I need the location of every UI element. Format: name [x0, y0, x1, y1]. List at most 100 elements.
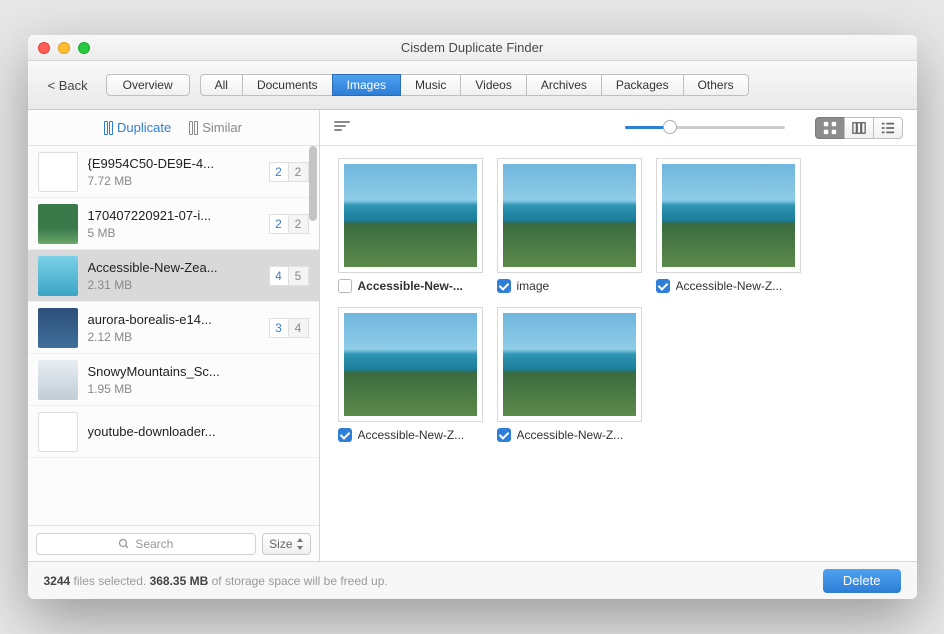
- tab-documents[interactable]: Documents: [242, 74, 333, 96]
- thumbnail-card[interactable]: Accessible-New-Z...: [656, 158, 801, 293]
- status-text: 3244 files selected. 368.35 MB of storag…: [44, 574, 388, 588]
- card-checkbox[interactable]: [338, 279, 352, 293]
- list-item[interactable]: 170407220921-07-i... 5 MB 22: [28, 198, 319, 250]
- tab-all[interactable]: All: [200, 74, 243, 96]
- delete-button[interactable]: Delete: [823, 569, 901, 593]
- list-item[interactable]: Accessible-New-Zea... 2.31 MB 45: [28, 250, 319, 302]
- card-name: Accessible-New-Z...: [517, 428, 624, 442]
- duplicate-icon: [104, 121, 113, 135]
- sidebar-mode-tabs: Duplicate Similar: [28, 110, 319, 146]
- list-item[interactable]: aurora-borealis-e14... 2.12 MB 34: [28, 302, 319, 354]
- card-checkbox[interactable]: [338, 428, 352, 442]
- card-checkbox[interactable]: [656, 279, 670, 293]
- sort-dropdown[interactable]: Size: [262, 533, 310, 555]
- minimize-icon[interactable]: [58, 42, 70, 54]
- back-button[interactable]: < Back: [40, 78, 96, 93]
- count-selected: 2: [269, 162, 289, 182]
- list-item[interactable]: {E9954C50-DE9E-4... 7.72 MB 22: [28, 146, 319, 198]
- window-title: Cisdem Duplicate Finder: [28, 40, 917, 55]
- view-mode-switch: [815, 117, 903, 139]
- status-bar: 3244 files selected. 368.35 MB of storag…: [28, 561, 917, 599]
- view-grid-button[interactable]: [815, 117, 845, 139]
- card-image: [497, 307, 642, 422]
- search-icon: [118, 538, 130, 550]
- list-item-text: 170407220921-07-i... 5 MB: [88, 208, 259, 240]
- sort-arrows-icon: [296, 538, 304, 550]
- list-item-name: aurora-borealis-e14...: [88, 312, 259, 327]
- thumbnail: [38, 152, 78, 192]
- view-columns-button[interactable]: [844, 117, 874, 139]
- count-selected: 4: [269, 266, 289, 286]
- maximize-icon[interactable]: [78, 42, 90, 54]
- tab-videos[interactable]: Videos: [460, 74, 526, 96]
- sidebar-footer: Search Size: [28, 525, 319, 561]
- search-input[interactable]: Search: [36, 533, 257, 555]
- card-checkbox[interactable]: [497, 279, 511, 293]
- content-toolbar: [320, 110, 917, 146]
- toolbar: < Back Overview AllDocumentsImagesMusicV…: [28, 61, 917, 110]
- thumbnail-card[interactable]: Accessible-New-Z...: [497, 307, 642, 442]
- list-item[interactable]: SnowyMountains_Sc... 1.95 MB: [28, 354, 319, 406]
- thumbnail: [38, 204, 78, 244]
- overview-button[interactable]: Overview: [106, 74, 190, 96]
- scrollbar[interactable]: [309, 146, 317, 221]
- list-item-name: youtube-downloader...: [88, 424, 309, 439]
- card-label: Accessible-New-Z...: [497, 428, 642, 442]
- card-name: Accessible-New-Z...: [676, 279, 783, 293]
- thumbnail-card[interactable]: Accessible-New-...: [338, 158, 483, 293]
- category-tabs: AllDocumentsImagesMusicVideosArchivesPac…: [200, 74, 749, 96]
- tab-images[interactable]: Images: [332, 74, 401, 96]
- card-image: [338, 158, 483, 273]
- card-image: [338, 307, 483, 422]
- list-item-text: Accessible-New-Zea... 2.31 MB: [88, 260, 259, 292]
- card-label: Accessible-New-...: [338, 279, 483, 293]
- view-list-button[interactable]: [873, 117, 903, 139]
- card-label: image: [497, 279, 642, 293]
- duplicate-groups-list[interactable]: {E9954C50-DE9E-4... 7.72 MB 22 170407220…: [28, 146, 319, 525]
- sidebar: Duplicate Similar {E9954C50-DE9E-4... 7.…: [28, 110, 320, 561]
- tab-packages[interactable]: Packages: [601, 74, 684, 96]
- list-item-name: SnowyMountains_Sc...: [88, 364, 309, 379]
- content-pane: Accessible-New-... image Accessible-New-…: [320, 110, 917, 561]
- traffic-lights: [28, 42, 90, 54]
- card-image: [497, 158, 642, 273]
- tab-duplicate[interactable]: Duplicate: [104, 120, 171, 135]
- status-size: 368.35 MB: [150, 574, 209, 588]
- slider-knob[interactable]: [663, 120, 677, 134]
- card-name: image: [517, 279, 550, 293]
- thumbnail: [38, 308, 78, 348]
- similar-icon: [189, 121, 198, 135]
- filter-button[interactable]: [334, 121, 352, 135]
- list-item-counts: 45: [269, 266, 309, 286]
- thumbnail: [38, 412, 78, 452]
- list-item-name: Accessible-New-Zea...: [88, 260, 259, 275]
- count-total: 5: [289, 266, 309, 286]
- main-area: Duplicate Similar {E9954C50-DE9E-4... 7.…: [28, 110, 917, 561]
- tab-archives[interactable]: Archives: [526, 74, 602, 96]
- list-item-name: 170407220921-07-i...: [88, 208, 259, 223]
- count-total: 2: [289, 214, 309, 234]
- tab-similar[interactable]: Similar: [189, 120, 242, 135]
- thumbnail-card[interactable]: Accessible-New-Z...: [338, 307, 483, 442]
- app-window: Cisdem Duplicate Finder < Back Overview …: [28, 35, 917, 599]
- list-item-size: 5 MB: [88, 226, 259, 240]
- card-checkbox[interactable]: [497, 428, 511, 442]
- thumbnail-card[interactable]: image: [497, 158, 642, 293]
- count-total: 2: [289, 162, 309, 182]
- thumbnail-size-slider[interactable]: [625, 126, 785, 129]
- card-name: Accessible-New-...: [358, 279, 463, 293]
- list-item-text: {E9954C50-DE9E-4... 7.72 MB: [88, 156, 259, 188]
- list-item-size: 7.72 MB: [88, 174, 259, 188]
- count-total: 4: [289, 318, 309, 338]
- tab-similar-label: Similar: [202, 120, 242, 135]
- count-selected: 2: [269, 214, 289, 234]
- status-count: 3244: [44, 574, 71, 588]
- list-item-counts: 22: [269, 162, 309, 182]
- tab-music[interactable]: Music: [400, 74, 461, 96]
- tab-others[interactable]: Others: [683, 74, 749, 96]
- count-selected: 3: [269, 318, 289, 338]
- list-item[interactable]: youtube-downloader...: [28, 406, 319, 458]
- close-icon[interactable]: [38, 42, 50, 54]
- thumbnail-grid: Accessible-New-... image Accessible-New-…: [320, 146, 917, 561]
- card-label: Accessible-New-Z...: [656, 279, 801, 293]
